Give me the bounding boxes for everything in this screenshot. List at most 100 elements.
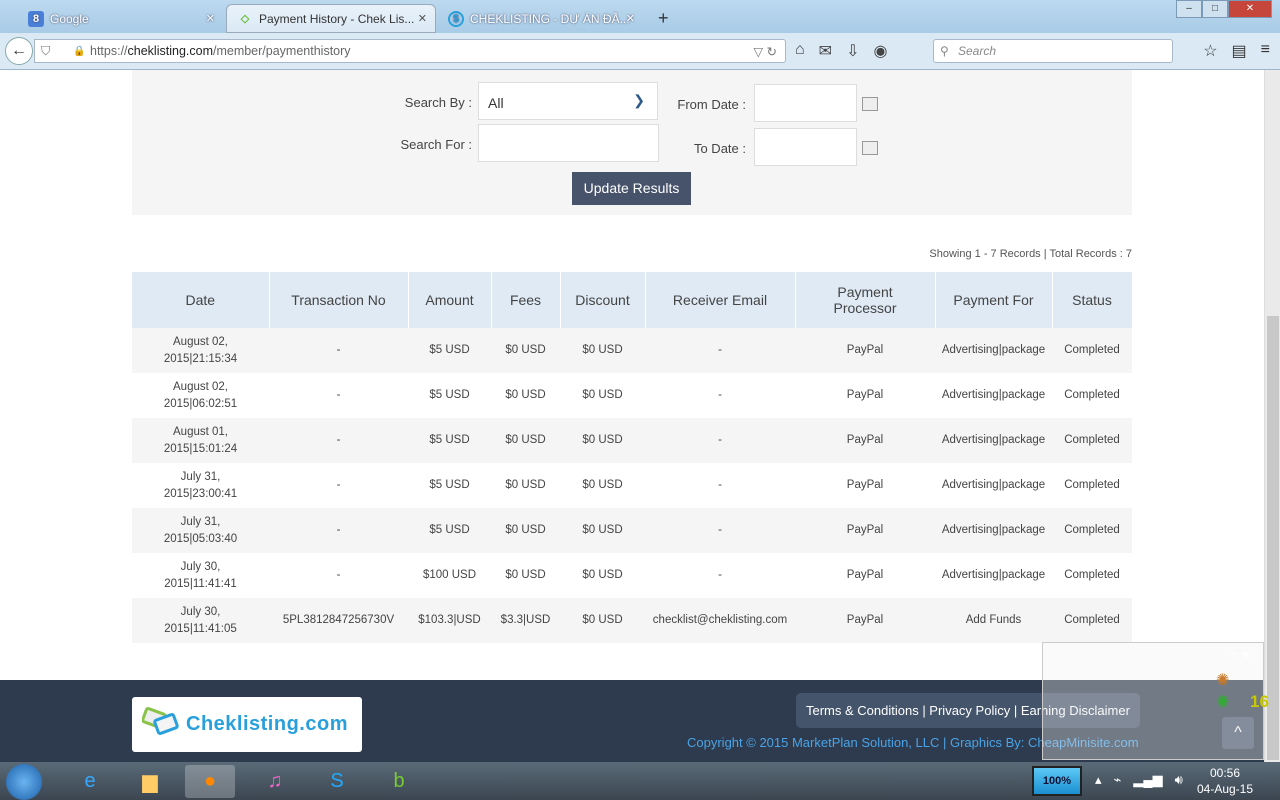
app-b-icon[interactable]: b bbox=[374, 765, 424, 798]
column-header: Transaction No bbox=[269, 272, 409, 328]
search-filter-panel: Search By : All ❯ Search For : From Date … bbox=[132, 70, 1132, 215]
table-cell: Add Funds bbox=[935, 598, 1052, 643]
table-cell: $5 USD bbox=[408, 508, 491, 553]
menu-icon[interactable]: ≡ bbox=[1261, 41, 1270, 61]
widget-menu-icon[interactable]: ≡ ▾ ▫ bbox=[1231, 647, 1257, 663]
table-cell: $103.3|USD bbox=[408, 598, 491, 643]
tab-google[interactable]: 8 Google ✕ bbox=[18, 4, 223, 33]
table-row: July 30, 2015|11:41:41 - $100 USD $0 USD $0 … bbox=[132, 553, 1132, 598]
table-cell: $0 USD bbox=[560, 508, 645, 553]
mask-icon[interactable]: ◉ bbox=[873, 41, 887, 61]
new-tab-button[interactable]: + bbox=[648, 4, 679, 33]
table-cell: Completed bbox=[1064, 569, 1120, 581]
search-by-label: Search By : bbox=[404, 95, 472, 110]
tray-arrow-icon[interactable]: ▴ bbox=[1095, 772, 1102, 788]
table-cell: - bbox=[269, 328, 408, 373]
cheklisting-logo[interactable]: Cheklisting.com bbox=[132, 697, 362, 752]
table-cell: $0 USD bbox=[491, 508, 560, 553]
search-by-select[interactable]: All ❯ bbox=[478, 82, 658, 120]
widget-count: 16 bbox=[1250, 692, 1269, 711]
table-cell: - bbox=[645, 328, 795, 373]
maximize-button[interactable]: □ bbox=[1202, 0, 1228, 18]
from-date-input[interactable] bbox=[754, 84, 857, 122]
table-cell: $0 USD bbox=[491, 418, 560, 463]
minimize-button[interactable]: – bbox=[1176, 0, 1202, 18]
tab-cheklisting[interactable]: $ CHEKLISTING - DỰ ÁN ĐẦ... ✕ bbox=[438, 4, 643, 33]
search-input[interactable]: ⚲ Search bbox=[933, 39, 1173, 63]
column-header: Discount bbox=[560, 272, 646, 328]
table-cell: - bbox=[269, 418, 408, 463]
loading-orange-icon: ✺ bbox=[1216, 672, 1230, 689]
close-tab-icon[interactable]: ✕ bbox=[206, 12, 215, 25]
table-cell: 5PL3812847256730V bbox=[269, 598, 408, 643]
table-cell: - bbox=[645, 508, 795, 553]
table-cell: $0 USD bbox=[582, 389, 623, 401]
nav-bar: ← ⛉ 🔒 https://cheklisting.com/member/pay… bbox=[0, 33, 1280, 70]
shield-icon: ⛉ bbox=[41, 43, 51, 58]
table-cell: - bbox=[718, 479, 722, 491]
cheklisting-icon: ◇ bbox=[240, 13, 250, 25]
to-date-label: To Date : bbox=[693, 141, 746, 156]
table-cell: Completed bbox=[1064, 389, 1120, 401]
google-icon: 8 bbox=[28, 10, 44, 27]
table-cell: $5 USD bbox=[408, 418, 491, 463]
itunes-icon[interactable]: ♫ bbox=[250, 765, 300, 798]
close-window-button[interactable]: ✕ bbox=[1228, 0, 1272, 18]
mail-icon[interactable]: ✉ bbox=[819, 41, 832, 61]
bookmark-star-icon[interactable]: ☆ bbox=[1203, 41, 1217, 61]
volume-icon[interactable]: 🔊︎ bbox=[1175, 772, 1183, 788]
close-tab-icon[interactable]: ✕ bbox=[626, 12, 635, 25]
table-cell: Advertising|package bbox=[941, 389, 1046, 401]
table-cell: Completed bbox=[1052, 328, 1132, 373]
table-cell: July 30, 2015|11:41:41 bbox=[164, 560, 237, 590]
table-cell: August 01, 2015|15:01:24 bbox=[132, 418, 269, 463]
skype-icon[interactable]: S bbox=[312, 765, 362, 798]
update-results-button[interactable]: Update Results bbox=[572, 172, 691, 205]
ie-icon[interactable]: e bbox=[65, 765, 115, 798]
table-cell: $0 USD bbox=[505, 389, 546, 401]
back-button[interactable]: ← bbox=[5, 37, 33, 65]
to-date-input[interactable] bbox=[754, 128, 857, 166]
table-row: July 30, 2015|11:41:05 5PL3812847256730V $… bbox=[132, 598, 1132, 643]
table-cell: $0 USD bbox=[491, 328, 560, 373]
power-icon[interactable]: ⌁ bbox=[1114, 772, 1122, 788]
table-cell: PayPal bbox=[795, 328, 935, 373]
battery-indicator[interactable]: 100% bbox=[1032, 766, 1082, 796]
tab-payment-history[interactable]: ◇ Payment History - Chek Lis... ✕ bbox=[226, 4, 436, 33]
column-header: Fees bbox=[491, 272, 561, 328]
firefox-icon[interactable]: ● bbox=[185, 765, 235, 798]
scrollbar[interactable] bbox=[1264, 70, 1280, 762]
reading-list-icon[interactable]: ▤ bbox=[1232, 41, 1247, 61]
signal-icon[interactable]: ▂▄▆ bbox=[1133, 772, 1162, 788]
table-cell: - bbox=[269, 508, 408, 553]
table-cell: - bbox=[336, 569, 341, 581]
explorer-icon[interactable]: ▆ bbox=[125, 765, 175, 798]
table-cell: $5 USD bbox=[408, 328, 491, 373]
home-icon[interactable]: ⌂ bbox=[795, 41, 805, 61]
payment-history-table: Date Transaction No Amount Fees Discount Rece… bbox=[132, 272, 1133, 643]
calendar-icon[interactable] bbox=[862, 141, 878, 155]
table-row: July 31, 2015|05:03:40- $5 USD $0 USD $0 US… bbox=[132, 508, 1132, 553]
search-for-input[interactable] bbox=[478, 124, 659, 162]
tab-bar: 8 Google ✕ ◇ Payment History - Chek Lis... ✕… bbox=[0, 0, 1280, 33]
table-cell: Advertising|package bbox=[941, 569, 1046, 581]
table-cell: Advertising|package bbox=[935, 328, 1052, 373]
column-header: Receiver Email bbox=[645, 272, 796, 328]
url-bar[interactable]: ⛉ 🔒 https://cheklisting.com/member/payme… bbox=[34, 39, 786, 63]
start-button[interactable] bbox=[6, 764, 42, 800]
table-cell: Advertising|package bbox=[935, 508, 1052, 553]
reload-icon[interactable]: ▽ ↻ bbox=[753, 44, 777, 59]
table-cell: - bbox=[645, 418, 795, 463]
table-cell: Completed bbox=[1064, 479, 1120, 491]
download-icon[interactable]: ⇩ bbox=[846, 41, 859, 61]
table-cell: - bbox=[336, 479, 341, 491]
table-cell: $0 USD bbox=[560, 598, 645, 643]
table-cell: PayPal bbox=[795, 598, 935, 643]
table-cell: July 31, 2015|23:00:41 bbox=[163, 470, 238, 500]
calendar-icon[interactable] bbox=[862, 97, 878, 111]
column-header: Payment Processor bbox=[795, 272, 936, 328]
close-tab-icon[interactable]: ✕ bbox=[418, 12, 427, 25]
clock[interactable]: 00:56 04-Aug-15 bbox=[1195, 765, 1255, 797]
table-row: August 01, 2015|15:01:24- $5 USD $0 USD $0 … bbox=[132, 418, 1132, 463]
table-cell: July 31, 2015|05:03:40 bbox=[132, 508, 269, 553]
